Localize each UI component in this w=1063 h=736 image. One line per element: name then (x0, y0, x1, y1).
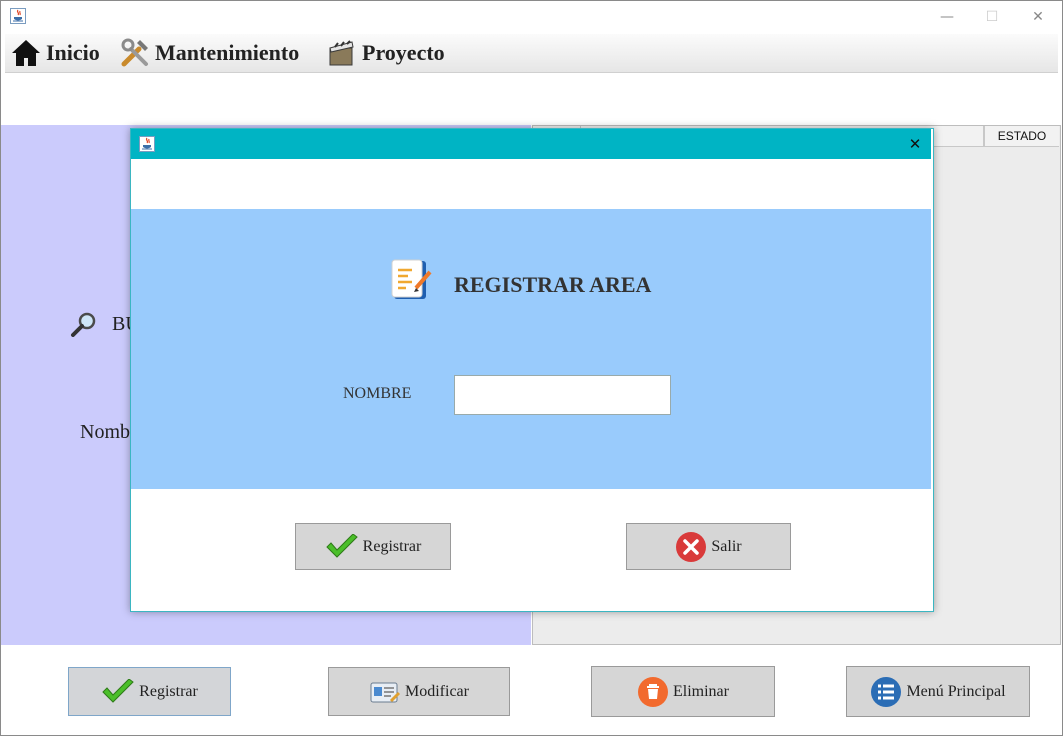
home-icon (12, 40, 40, 66)
menu-mantenimiento[interactable]: Mantenimiento (119, 34, 299, 72)
list-menu-icon (871, 676, 902, 707)
dialog-salir-button[interactable]: Salir (626, 523, 791, 570)
dialog-registrar-button[interactable]: Registrar (295, 523, 451, 570)
menu-mantenimiento-label: Mantenimiento (155, 40, 300, 65)
modificar-button[interactable]: Modificar (328, 667, 510, 716)
registrar-button-label: Registrar (139, 682, 198, 700)
menu-inicio[interactable]: Inicio (10, 34, 100, 72)
edit-card-icon (370, 682, 401, 702)
menu-proyecto[interactable]: Proyecto (326, 34, 445, 72)
menu-principal-button[interactable]: Menú Principal (846, 666, 1030, 717)
maximize-button[interactable]: ☐ (982, 7, 1002, 27)
registrar-button[interactable]: Registrar (68, 667, 231, 716)
nombre-field-label: NOMBRE (343, 385, 412, 402)
dialog-titlebar[interactable]: ✕ (131, 129, 931, 159)
dialog-form-area (131, 209, 931, 489)
minimize-button[interactable]: — (937, 7, 957, 27)
menu-principal-button-label: Menú Principal (906, 682, 1006, 700)
eliminar-button-label: Eliminar (673, 682, 729, 700)
search-icon (71, 312, 96, 337)
menu-inicio-label: Inicio (46, 40, 100, 65)
dialog-registrar-button-label: Registrar (362, 537, 422, 555)
nombre-input[interactable] (454, 375, 671, 415)
checkmark-icon (102, 678, 134, 703)
java-app-icon (10, 8, 26, 24)
trash-icon (638, 676, 668, 707)
menu-proyecto-label: Proyecto (362, 40, 445, 65)
dialog-heading: REGISTRAR AREA (454, 272, 652, 297)
menu-bar: Inicio Mantenimiento Proyecto (5, 34, 1058, 73)
dialog-salir-button-label: Salir (711, 537, 742, 555)
dialog-close-button[interactable]: ✕ (903, 133, 927, 155)
main-titlebar[interactable]: — ☐ ✕ (1, 1, 1062, 31)
close-button[interactable]: ✕ (1028, 7, 1048, 27)
java-app-icon (139, 136, 155, 152)
nombre-label-bg: Nomb (80, 421, 130, 443)
tools-icon (121, 38, 148, 67)
table-column-header-estado[interactable]: ESTADO (984, 126, 1059, 146)
modificar-button-label: Modificar (405, 682, 469, 700)
checkmark-icon (325, 533, 358, 558)
eliminar-button[interactable]: Eliminar (591, 666, 775, 717)
cancel-icon (676, 531, 707, 562)
register-document-icon (391, 259, 432, 299)
clapperboard-icon (329, 40, 354, 66)
